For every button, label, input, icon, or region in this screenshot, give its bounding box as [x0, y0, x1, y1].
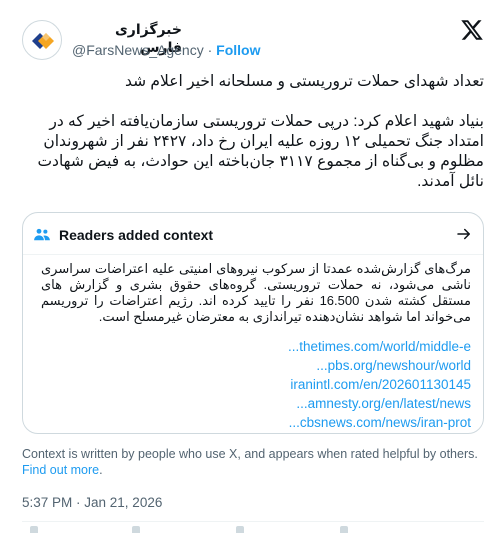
bottom-divider	[22, 521, 484, 522]
follow-button[interactable]: Follow	[216, 42, 260, 58]
like-icon[interactable]	[236, 526, 244, 533]
community-note-title: Readers added context	[59, 227, 214, 243]
source-link[interactable]: ...thetimes.com/world/middle-e	[41, 337, 471, 356]
community-note-disclaimer: Context is written by people who use X, …	[22, 446, 484, 478]
arrow-right-icon[interactable]	[455, 225, 473, 243]
tweet-body: بنیاد شهید اعلام کرد: درپی حملات تروریست…	[37, 113, 484, 190]
tweet-headline: تعداد شهدای حملات تروریستی و مسلحانه اخی…	[125, 73, 484, 90]
disclaimer-suffix: .	[99, 463, 103, 477]
share-icon[interactable]	[340, 526, 348, 533]
source-link[interactable]: ...cbsnews.com/news/iran-prot	[41, 413, 471, 432]
handle-separator: ·	[207, 42, 213, 58]
source-link[interactable]: ...amnesty.org/en/latest/news	[41, 394, 471, 413]
retweet-icon[interactable]	[132, 526, 140, 533]
tweet-timestamp[interactable]: 5:37 PM · Jan 21, 2026	[22, 494, 162, 512]
source-link[interactable]: iranintl.com/en/202601130145	[41, 375, 471, 394]
community-note-divider	[23, 254, 483, 255]
community-note-sources: ...thetimes.com/world/middle-e ...pbs.or…	[41, 337, 471, 432]
fars-news-logo-icon	[32, 33, 54, 49]
find-out-more-link[interactable]: Find out more	[22, 463, 99, 477]
source-link[interactable]: ...pbs.org/newshour/world	[41, 356, 471, 375]
tweet-text: تعداد شهدای حملات تروریستی و مسلحانه اخی…	[22, 72, 484, 192]
community-note-body: مرگ‌های گزارش‌شده عمدتا از سرکوب نیروهای…	[41, 261, 472, 324]
author-avatar[interactable]	[22, 20, 62, 60]
community-note-header[interactable]: Readers added context	[33, 224, 473, 246]
people-icon	[34, 228, 50, 241]
x-logo-icon[interactable]	[460, 18, 484, 42]
author-handle[interactable]: @FarsNews_Agency	[72, 42, 204, 58]
tweet-header: خبرگزاری فارس @FarsNews_Agency · Follow	[22, 18, 484, 62]
disclaimer-text: Context is written by people who use X, …	[22, 447, 478, 461]
community-note[interactable]: Readers added context مرگ‌های گزارش‌شده …	[22, 212, 484, 434]
reply-icon[interactable]	[30, 526, 38, 533]
author-handle-row: @FarsNews_Agency · Follow	[72, 41, 260, 59]
